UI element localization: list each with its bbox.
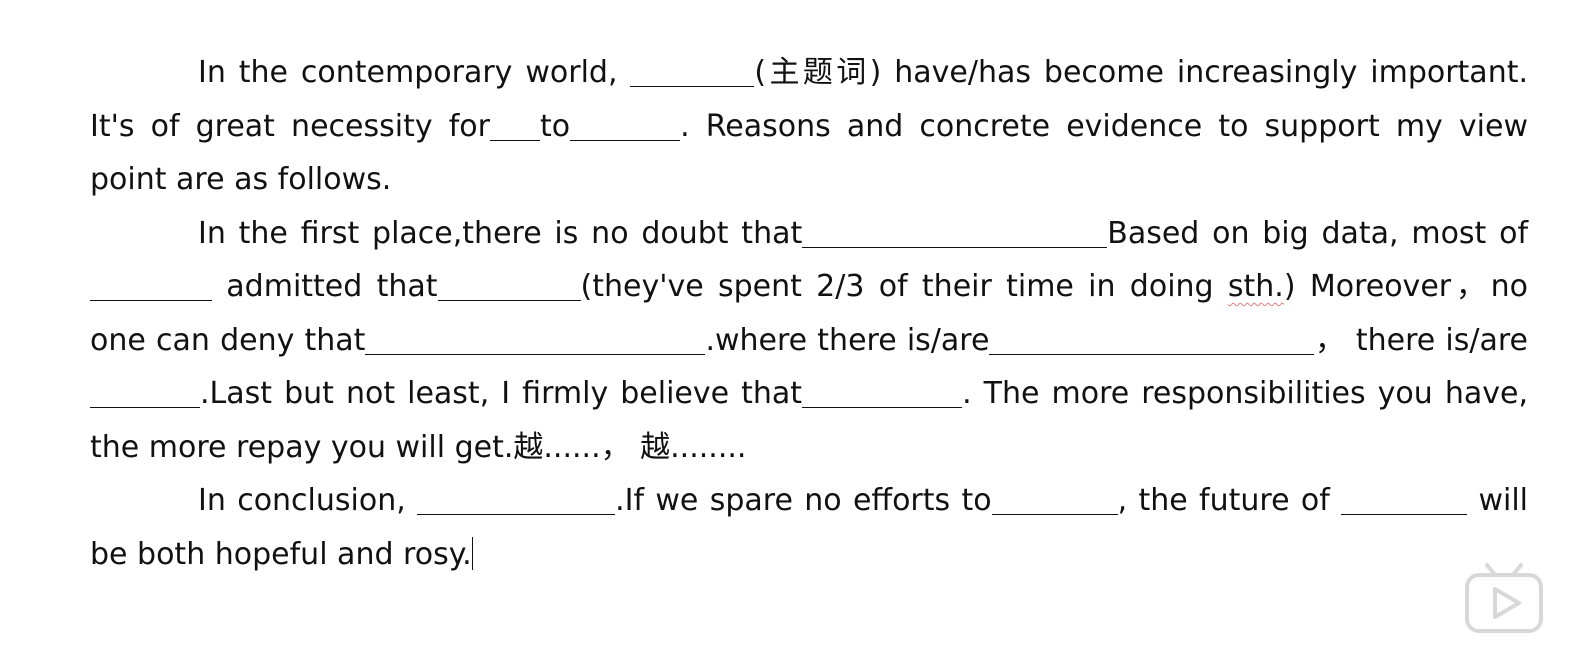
document-body[interactable]: In the contemporary world, (主题词) have/ha… xyxy=(90,46,1528,581)
blank-fact xyxy=(802,215,1108,248)
text-run: In the first place,there is no doubt tha… xyxy=(198,215,803,251)
text-run: (they've spent 2/3 of their time in doin… xyxy=(580,269,1228,304)
blank-belief xyxy=(802,376,963,409)
text-run: , the future of xyxy=(1117,483,1342,518)
blank-topic xyxy=(630,55,755,88)
text-run: to xyxy=(539,108,571,144)
text-run: In the contemporary world, xyxy=(198,55,631,90)
blank-there xyxy=(90,376,200,409)
text-run: In conclusion, xyxy=(198,483,418,518)
blank-group xyxy=(90,269,212,302)
blank-effort xyxy=(991,483,1118,516)
blank-subject xyxy=(489,108,540,141)
text-cursor xyxy=(471,536,473,570)
text-run: .where there is/are xyxy=(705,322,990,358)
paragraph-conclusion: In conclusion, .If we spare no efforts t… xyxy=(90,474,1528,581)
blank-future xyxy=(1341,483,1468,516)
text-run: Based on big data, most of xyxy=(1107,215,1529,251)
blank-admission xyxy=(437,269,581,302)
blank-where xyxy=(989,322,1315,355)
text-run: .Last but not least, I firmly believe th… xyxy=(200,376,803,411)
text-run: admitted that xyxy=(212,269,438,304)
text-run: ， there is/are xyxy=(1314,322,1529,358)
bilibili-tv-logo-icon xyxy=(1463,559,1543,634)
blank-undeniable xyxy=(365,322,706,355)
blank-action xyxy=(570,108,681,141)
paragraph-body: In the first place,there is no doubt tha… xyxy=(90,207,1528,475)
paragraph-introduction: In the contemporary world, (主题词) have/ha… xyxy=(90,46,1528,207)
blank-conclusion xyxy=(417,483,616,516)
spellcheck-word: sth. xyxy=(1227,269,1284,304)
text-run: .If we spare no efforts to xyxy=(615,483,992,518)
